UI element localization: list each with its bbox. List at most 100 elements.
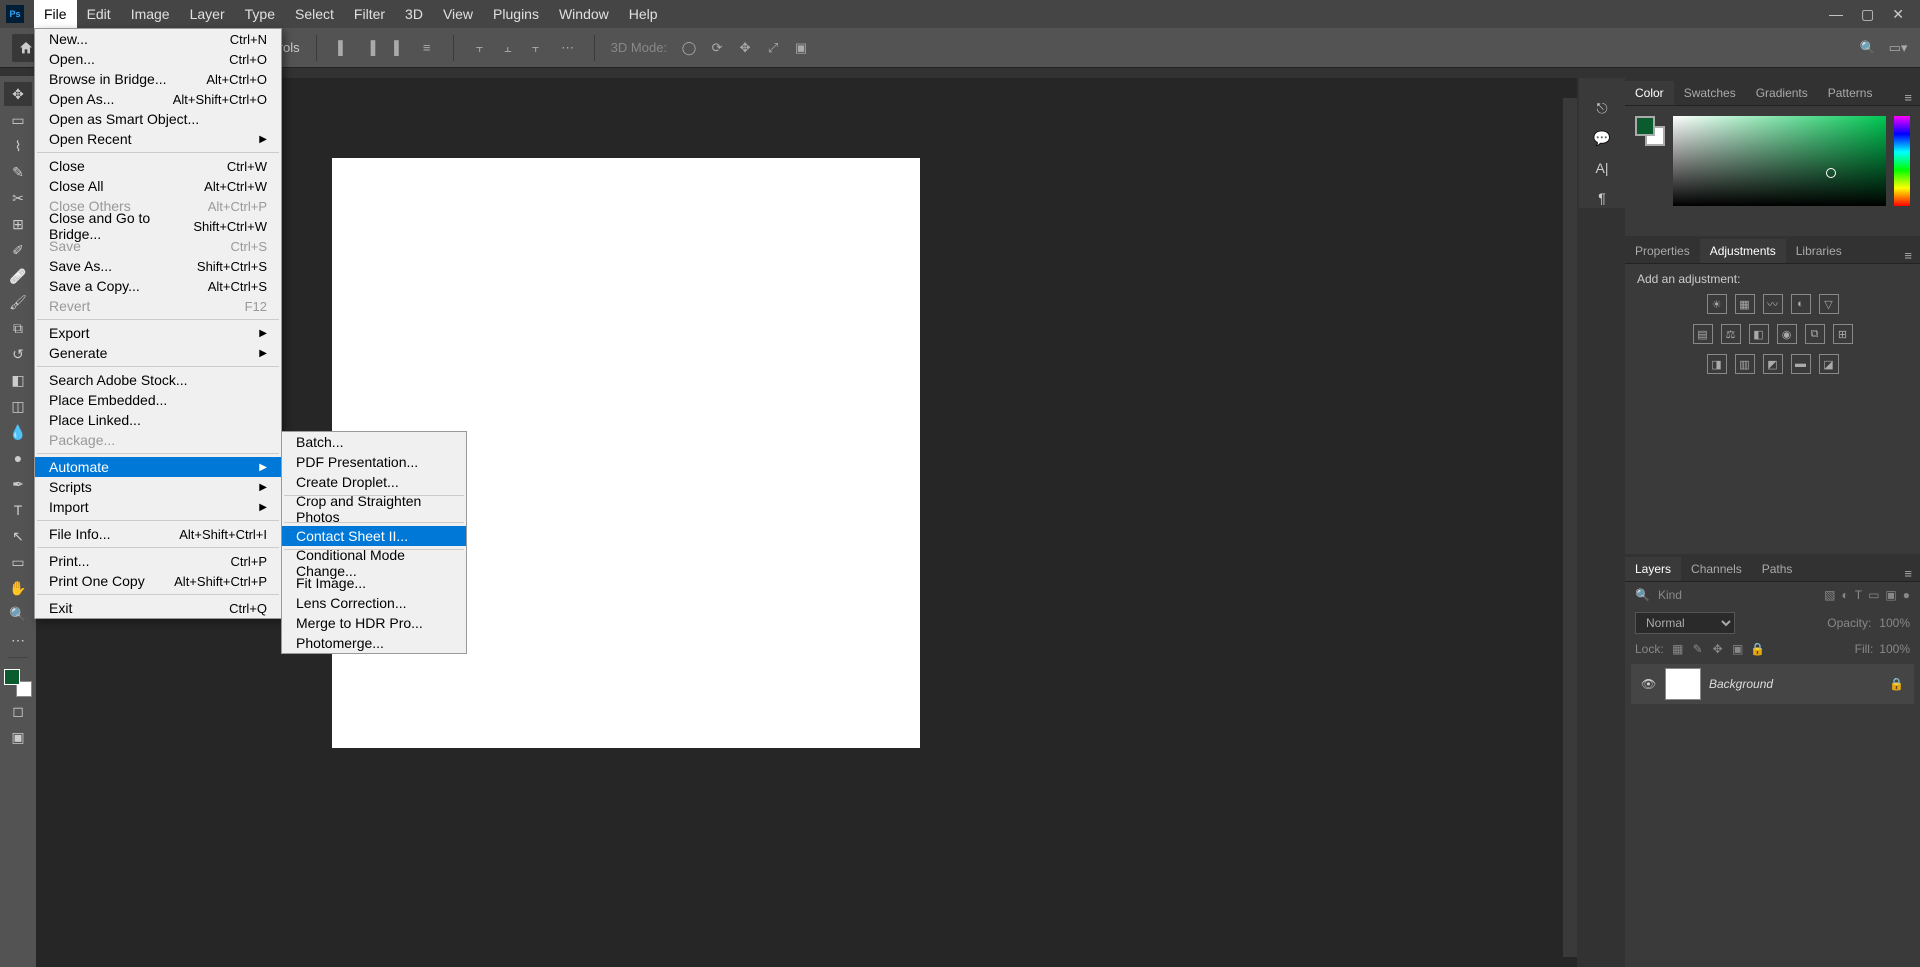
lasso-tool[interactable]: ⌇	[4, 134, 32, 158]
brush-tool[interactable]: 🖌	[4, 290, 32, 314]
file-menu-scripts[interactable]: Scripts▶	[35, 477, 281, 497]
layers-tab[interactable]: Layers	[1625, 557, 1681, 581]
black-white-icon[interactable]: ◧	[1749, 324, 1769, 344]
3d-slide-icon[interactable]: ⤢	[763, 38, 783, 58]
lock-pixels-icon[interactable]: ▦	[1670, 642, 1686, 656]
history-brush-tool[interactable]: ↺	[4, 342, 32, 366]
distribute-top-icon[interactable]: ⫟	[470, 38, 490, 58]
menu-plugins[interactable]: Plugins	[483, 0, 549, 28]
gradient-tool[interactable]: ◫	[4, 394, 32, 418]
menu-type[interactable]: Type	[235, 0, 285, 28]
comments-icon[interactable]: 💬	[1590, 128, 1614, 148]
file-menu-automate[interactable]: Automate▶	[35, 457, 281, 477]
file-menu-export[interactable]: Export▶	[35, 323, 281, 343]
posterize-icon[interactable]: ▥	[1735, 354, 1755, 374]
automate-contact-sheet-ii[interactable]: Contact Sheet II...	[282, 526, 466, 546]
color-field[interactable]	[1673, 116, 1886, 206]
edit-toolbar[interactable]: ⋯	[4, 628, 32, 652]
exposure-icon[interactable]: ◐	[1791, 294, 1811, 314]
file-menu-browse-in-bridge[interactable]: Browse in Bridge...Alt+Ctrl+O	[35, 69, 281, 89]
automate-merge-to-hdr-pro[interactable]: Merge to HDR Pro...	[282, 613, 466, 633]
dodge-tool[interactable]: ●	[4, 446, 32, 470]
lock-position-icon[interactable]: ✥	[1710, 642, 1726, 656]
channels-tab[interactable]: Channels	[1681, 557, 1752, 581]
menu-image[interactable]: Image	[121, 0, 180, 28]
opacity-value[interactable]: 100%	[1879, 616, 1910, 630]
file-menu-close-and-go-to-bridge[interactable]: Close and Go to Bridge...Shift+Ctrl+W	[35, 216, 281, 236]
move-tool[interactable]: ✥	[4, 82, 32, 106]
quick-select-tool[interactable]: ✎	[4, 160, 32, 184]
eraser-tool[interactable]: ◧	[4, 368, 32, 392]
filter-search-icon[interactable]: 🔍	[1635, 588, 1650, 602]
file-menu-print-one-copy[interactable]: Print One CopyAlt+Shift+Ctrl+P	[35, 571, 281, 591]
menu-file[interactable]: File	[34, 0, 77, 28]
menu-view[interactable]: View	[433, 0, 483, 28]
learn-icon[interactable]: ⎋	[1590, 98, 1614, 118]
path-select-tool[interactable]: ↖	[4, 524, 32, 548]
photo-filter-icon[interactable]: ◉	[1777, 324, 1797, 344]
patterns-tab[interactable]: Patterns	[1818, 81, 1883, 105]
hue-strip[interactable]	[1894, 116, 1910, 206]
automate-create-droplet[interactable]: Create Droplet...	[282, 472, 466, 492]
vertical-scrollbar[interactable]	[1563, 98, 1577, 957]
paths-tab[interactable]: Paths	[1752, 557, 1803, 581]
filter-shape-icon[interactable]: ▭	[1868, 588, 1879, 602]
file-menu-save-as[interactable]: Save As...Shift+Ctrl+S	[35, 256, 281, 276]
color-indicator[interactable]	[1635, 116, 1665, 146]
filter-adjust-icon[interactable]: ◐	[1841, 588, 1848, 602]
layer-thumbnail[interactable]	[1665, 668, 1701, 700]
text-tool[interactable]: T	[4, 498, 32, 522]
filter-pixel-icon[interactable]: ▧	[1824, 588, 1835, 602]
swatches-tab[interactable]: Swatches	[1674, 81, 1746, 105]
automate-lens-correction[interactable]: Lens Correction...	[282, 593, 466, 613]
file-menu-print[interactable]: Print...Ctrl+P	[35, 551, 281, 571]
filter-toggle-icon[interactable]: ●	[1903, 588, 1910, 602]
file-menu-open[interactable]: Open...Ctrl+O	[35, 49, 281, 69]
threshold-icon[interactable]: ◩	[1763, 354, 1783, 374]
3d-roll-icon[interactable]: ⟳	[707, 38, 727, 58]
eyedropper-tool[interactable]: ✐	[4, 238, 32, 262]
crop-tool[interactable]: ✂	[4, 186, 32, 210]
paragraph-icon[interactable]: ¶	[1590, 188, 1614, 208]
invert-icon[interactable]: ◨	[1707, 354, 1727, 374]
file-menu-open-as[interactable]: Open As...Alt+Shift+Ctrl+O	[35, 89, 281, 109]
file-menu-file-info[interactable]: File Info...Alt+Shift+Ctrl+I	[35, 524, 281, 544]
libraries-tab[interactable]: Libraries	[1786, 239, 1852, 263]
menu-help[interactable]: Help	[619, 0, 668, 28]
automate-photomerge[interactable]: Photomerge...	[282, 633, 466, 653]
align-stretch-icon[interactable]: ≡	[417, 38, 437, 58]
gradients-tab[interactable]: Gradients	[1746, 81, 1818, 105]
automate-crop-and-straighten-photos[interactable]: Crop and Straighten Photos	[282, 499, 466, 519]
menu-filter[interactable]: Filter	[344, 0, 395, 28]
healing-tool[interactable]: 🩹	[4, 264, 32, 288]
workspace-icon[interactable]: ▭▾	[1888, 38, 1908, 58]
close-button[interactable]: ✕	[1892, 6, 1904, 23]
file-menu-place-linked[interactable]: Place Linked...	[35, 410, 281, 430]
zoom-tool[interactable]: 🔍	[4, 602, 32, 626]
file-menu-place-embedded[interactable]: Place Embedded...	[35, 390, 281, 410]
automate-batch[interactable]: Batch...	[282, 432, 466, 452]
shape-tool[interactable]: ▭	[4, 550, 32, 574]
color-tab[interactable]: Color	[1625, 81, 1674, 105]
vibrance-icon[interactable]: ▽	[1819, 294, 1839, 314]
file-menu-search-adobe-stock[interactable]: Search Adobe Stock...	[35, 370, 281, 390]
align-center-icon[interactable]: ▐	[361, 38, 381, 58]
maximize-button[interactable]: ▢	[1861, 6, 1874, 23]
color-panel-menu-icon[interactable]: ≡	[1896, 90, 1920, 105]
automate-pdf-presentation[interactable]: PDF Presentation...	[282, 452, 466, 472]
file-menu-close-all[interactable]: Close AllAlt+Ctrl+W	[35, 176, 281, 196]
selective-color-icon[interactable]: ◪	[1819, 354, 1839, 374]
lock-brush-icon[interactable]: ✎	[1690, 642, 1706, 656]
hand-tool[interactable]: ✋	[4, 576, 32, 600]
file-menu-open-recent[interactable]: Open Recent▶	[35, 129, 281, 149]
lock-artboard-icon[interactable]: ▣	[1730, 642, 1746, 656]
3d-pan-icon[interactable]: ✥	[735, 38, 755, 58]
gradient-map-icon[interactable]: ▬	[1791, 354, 1811, 374]
filter-smart-icon[interactable]: ▣	[1885, 588, 1896, 602]
color-swatches[interactable]	[4, 669, 32, 697]
align-right-icon[interactable]: ▌	[389, 38, 409, 58]
adjustments-tab[interactable]: Adjustments	[1700, 239, 1786, 263]
color-lookup-icon[interactable]: ⊞	[1833, 324, 1853, 344]
file-menu-close[interactable]: CloseCtrl+W	[35, 156, 281, 176]
stamp-tool[interactable]: ⧉	[4, 316, 32, 340]
